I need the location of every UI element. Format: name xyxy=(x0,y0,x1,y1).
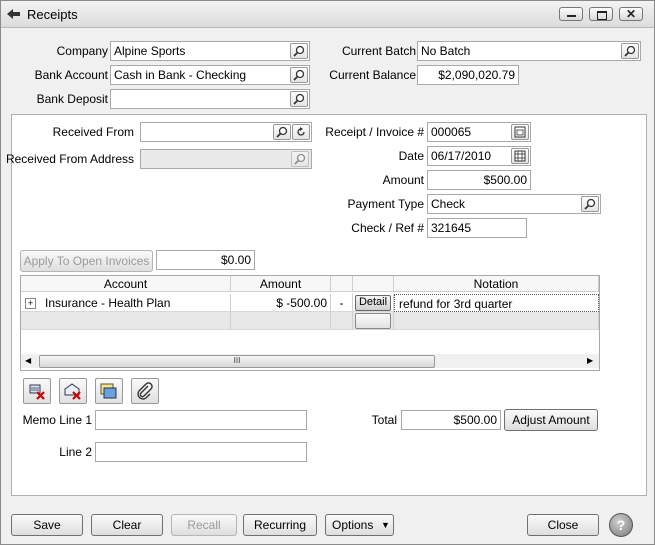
recurring-button[interactable]: Recurring xyxy=(243,514,317,536)
detail-button[interactable]: Detail xyxy=(355,295,391,311)
clear-line-button[interactable] xyxy=(59,378,87,404)
memo-line1-label: Memo Line 1 xyxy=(22,413,92,427)
amount-label: Amount xyxy=(382,173,424,187)
delete-line-icon xyxy=(29,384,45,400)
bank-deposit-label: Bank Deposit xyxy=(36,92,108,106)
options-label: Options xyxy=(332,518,374,532)
notation-cell[interactable]: refund for 3rd quarter xyxy=(394,294,599,312)
received-from-label: Received From xyxy=(52,125,134,139)
bank-deposit-field[interactable] xyxy=(110,89,310,109)
date-field[interactable]: 06/17/2010 xyxy=(427,146,531,166)
new-row-sign-cell xyxy=(331,312,353,330)
receipts-app-icon xyxy=(7,8,21,20)
payment-type-field[interactable]: Check xyxy=(427,194,601,214)
received-from-field[interactable] xyxy=(140,122,312,142)
edit-line-icon xyxy=(100,383,117,399)
bank-account-label: Bank Account xyxy=(34,68,108,82)
current-batch-value: No Batch xyxy=(421,44,471,58)
current-batch-lookup-icon[interactable] xyxy=(621,43,639,59)
column-header-amount[interactable]: Amount xyxy=(231,276,331,292)
column-header-notation[interactable]: Notation xyxy=(394,276,599,292)
close-window-button[interactable]: ✕ xyxy=(619,7,643,21)
apply-to-open-invoices-button[interactable]: Apply To Open Invoices xyxy=(20,250,153,272)
total-field: $500.00 xyxy=(401,410,501,430)
payment-type-value: Check xyxy=(431,197,466,211)
received-from-refresh-icon[interactable] xyxy=(292,124,310,140)
clear-line-icon xyxy=(64,383,81,400)
current-batch-field[interactable]: No Batch xyxy=(417,41,641,61)
attachment-button[interactable] xyxy=(131,378,159,404)
recall-button[interactable]: Recall xyxy=(171,514,237,536)
clear-button[interactable]: Clear xyxy=(91,514,163,536)
delete-line-button[interactable] xyxy=(23,378,51,404)
edit-line-button[interactable] xyxy=(95,378,123,404)
amount-field[interactable]: $500.00 xyxy=(427,170,531,190)
scroll-right-icon[interactable]: ▶ xyxy=(587,356,593,365)
maximize-button[interactable] xyxy=(589,7,613,21)
company-field[interactable]: Alpine Sports xyxy=(110,41,310,61)
new-row-amount-cell[interactable] xyxy=(231,312,331,330)
save-button[interactable]: Save xyxy=(11,514,83,536)
minimize-button[interactable] xyxy=(559,7,583,21)
memo-line1-field[interactable] xyxy=(95,410,307,430)
scroll-thumb[interactable]: III xyxy=(39,355,435,368)
company-label: Company xyxy=(56,44,108,58)
close-button[interactable]: Close xyxy=(527,514,599,536)
column-header-account[interactable]: Account xyxy=(21,276,231,292)
memo-line2-field[interactable] xyxy=(95,442,307,462)
check-ref-label: Check / Ref # xyxy=(351,221,424,235)
date-value: 06/17/2010 xyxy=(431,149,492,163)
options-button[interactable]: Options ▼ xyxy=(325,514,394,536)
amount-cell[interactable]: $ -500.00 xyxy=(231,294,331,312)
expand-row-icon[interactable]: + xyxy=(25,298,36,309)
received-from-lookup-icon[interactable] xyxy=(273,124,291,140)
company-lookup-icon[interactable] xyxy=(290,43,308,59)
new-row-detail-button[interactable] xyxy=(355,313,391,329)
current-balance-label: Current Balance xyxy=(329,68,416,82)
bank-deposit-lookup-icon[interactable] xyxy=(290,91,308,107)
horizontal-scrollbar[interactable]: ◀ III ▶ xyxy=(21,354,599,368)
title-bar: Receipts ✕ xyxy=(1,1,654,28)
received-from-address-field xyxy=(140,149,312,169)
new-row-account-cell[interactable] xyxy=(21,312,231,330)
check-ref-field[interactable]: 321645 xyxy=(427,218,527,238)
invoice-number-label: Receipt / Invoice # xyxy=(325,125,424,139)
invoice-number-value: 000065 xyxy=(431,125,472,139)
company-value: Alpine Sports xyxy=(114,44,186,58)
total-label: Total xyxy=(371,413,397,427)
options-dropdown-icon: ▼ xyxy=(381,520,390,530)
new-row-detail-cell xyxy=(353,312,394,330)
bank-account-lookup-icon[interactable] xyxy=(290,67,308,83)
scroll-left-icon[interactable]: ◀ xyxy=(25,356,31,365)
table-row[interactable]: Insurance - Health Plan xyxy=(21,294,231,312)
bank-account-value: Cash in Bank - Checking xyxy=(114,68,247,82)
next-number-icon[interactable] xyxy=(511,124,529,140)
invoice-number-field[interactable]: 000065 xyxy=(427,122,531,142)
column-header-detail xyxy=(353,276,394,292)
help-icon[interactable]: ? xyxy=(609,513,633,537)
current-balance-field: $2,090,020.79 xyxy=(417,65,519,85)
current-batch-label: Current Batch xyxy=(341,44,416,58)
calendar-icon[interactable] xyxy=(511,148,529,164)
payment-type-label: Payment Type xyxy=(347,197,425,211)
address-lookup-icon xyxy=(291,151,309,167)
memo-line2-label: Line 2 xyxy=(59,445,92,459)
window-title: Receipts xyxy=(27,7,78,22)
adjust-amount-button[interactable]: Adjust Amount xyxy=(504,409,598,431)
new-row-notation-cell[interactable] xyxy=(394,312,599,330)
received-from-address-label: Received From Address xyxy=(5,152,134,166)
payment-type-lookup-icon[interactable] xyxy=(581,196,599,212)
bank-account-field[interactable]: Cash in Bank - Checking xyxy=(110,65,310,85)
receipts-window: Receipts ✕ Company Alpine Sports Bank Ac… xyxy=(0,0,655,545)
apply-amount-field: $0.00 xyxy=(156,250,255,270)
account-cell[interactable]: Insurance - Health Plan xyxy=(45,296,170,310)
date-label: Date xyxy=(398,149,424,163)
distribution-grid: Account Amount Notation Insurance - Heal… xyxy=(20,275,600,371)
attachment-icon xyxy=(137,382,153,400)
detail-cell: Detail xyxy=(353,294,394,312)
sign-cell: - xyxy=(331,294,353,312)
column-header-sign xyxy=(331,276,353,292)
